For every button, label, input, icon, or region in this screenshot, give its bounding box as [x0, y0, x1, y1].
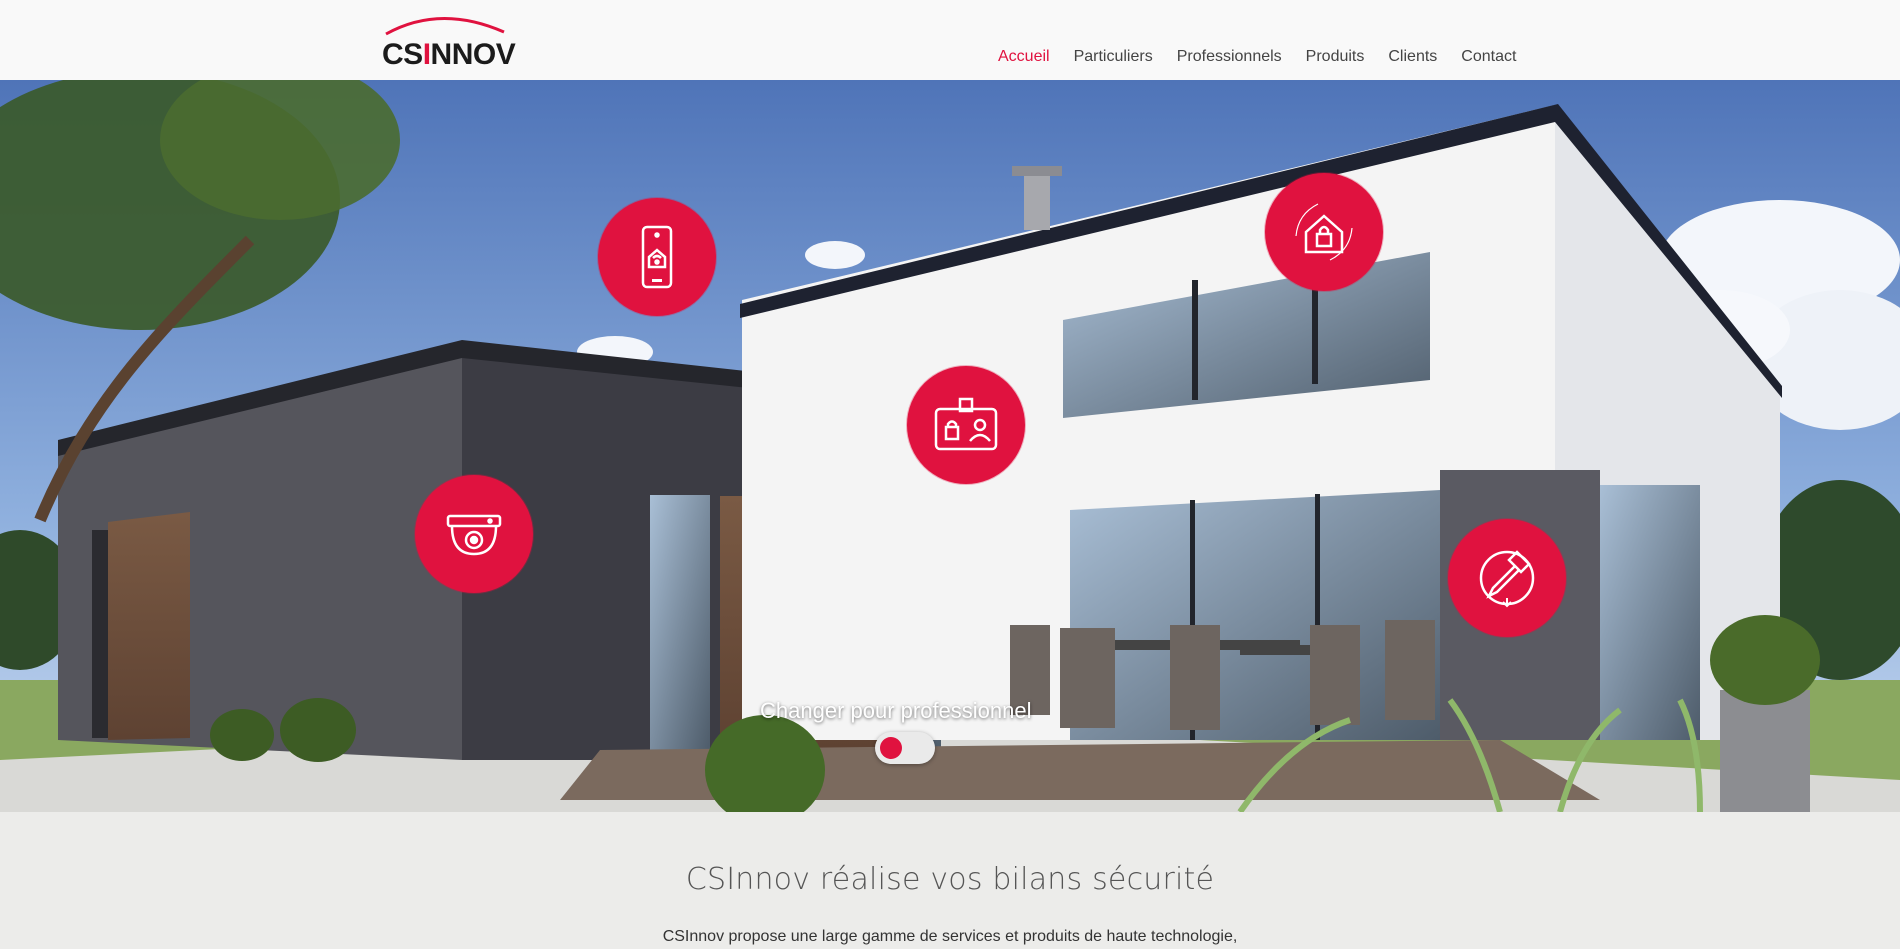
nav-item-contact[interactable]: Contact: [1461, 48, 1516, 66]
dome-camera-icon[interactable]: [415, 475, 533, 593]
screwdriver-install-icon[interactable]: [1448, 519, 1566, 637]
toggle-knob: [880, 737, 902, 759]
nav-item-clients[interactable]: Clients: [1388, 48, 1437, 66]
nav-item-particuliers[interactable]: Particuliers: [1074, 48, 1153, 66]
professional-toggle[interactable]: [875, 732, 935, 764]
nav-item-accueil[interactable]: Accueil: [998, 48, 1050, 66]
intro-title: CSInnov réalise vos bilans sécurité: [685, 862, 1215, 897]
hero-banner: Changer pour professionnel: [0, 80, 1900, 812]
site-header: CSINNOV Accueil Particuliers Professionn…: [0, 0, 1900, 80]
brand-logo[interactable]: CSINNOV: [380, 12, 516, 71]
switch-label: Changer pour professionnel: [760, 698, 1032, 723]
main-nav: Accueil Particuliers Professionnels Prod…: [998, 48, 1540, 66]
intro-text: CSInnov propose une large gamme de servi…: [662, 928, 1238, 945]
nav-item-produits[interactable]: Produits: [1306, 48, 1365, 66]
smartphone-home-wifi-icon[interactable]: [598, 198, 716, 316]
logo-wordmark: CSINNOV: [382, 38, 516, 71]
intro-section: CSInnov réalise vos bilans sécurité CSIn…: [0, 812, 1900, 949]
id-badge-lock-icon[interactable]: [907, 366, 1025, 484]
nav-item-professionnels[interactable]: Professionnels: [1177, 48, 1282, 66]
home-lock-icon[interactable]: [1265, 173, 1383, 291]
